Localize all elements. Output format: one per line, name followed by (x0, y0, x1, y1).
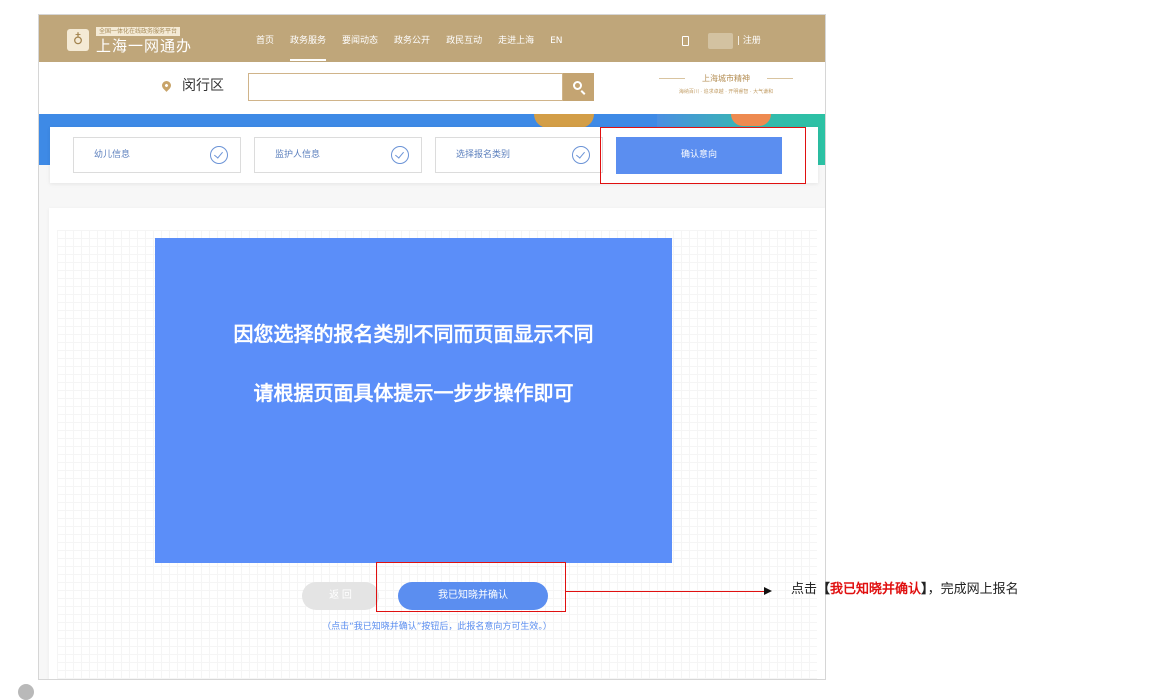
notice-panel: 因您选择的报名类别不同而页面显示不同 请根据页面具体提示一步步操作即可 (155, 238, 672, 563)
divider (767, 78, 793, 79)
annotation-text: 点击【我已知晓并确认】，完成网上报名 (791, 581, 1019, 599)
back-button[interactable]: 返 回 (302, 582, 379, 610)
step-select-category[interactable]: 选择报名类别 (435, 137, 603, 173)
banner-decoration (534, 114, 594, 128)
step-label: 监护人信息 (275, 150, 321, 160)
check-circle-icon (572, 146, 590, 164)
annotation-bracket: 【 (817, 582, 831, 597)
search-input[interactable] (248, 73, 563, 101)
logo-title[interactable]: 上海一网通办 (96, 37, 192, 55)
annotation-prefix: 点击 (791, 582, 818, 597)
search-button[interactable] (563, 73, 594, 101)
check-circle-icon (210, 146, 228, 164)
scroll-indicator (18, 684, 34, 700)
search-row: 闵行区 上海城市精神 海纳百川 · 追求卓越 · 开明睿智 · 大气谦和 (39, 62, 825, 114)
highlight-box-step (600, 127, 806, 184)
step-label: 选择报名类别 (456, 150, 511, 160)
confirm-hint: （点击“我已知晓并确认”按钮后，此报名意向方可生效。） (322, 622, 552, 632)
step-label: 幼儿信息 (94, 150, 131, 160)
logo-subtitle: 全国一体化在线政务服务平台 (96, 27, 181, 36)
notice-line-1: 因您选择的报名类别不同而页面显示不同 (233, 322, 594, 346)
annotation-suffix: ，完成网上报名 (927, 582, 1019, 597)
main-nav: 首页 政务服务 要闻动态 政务公开 政民互动 走进上海 EN (256, 35, 579, 61)
step-child-info[interactable]: 幼儿信息 (73, 137, 241, 173)
district-selector[interactable]: 闵行区 (182, 77, 224, 95)
mobile-icon[interactable] (682, 36, 689, 46)
logo-icon[interactable]: ♁ (67, 29, 89, 51)
search-icon (573, 81, 582, 90)
nav-item-public[interactable]: 政务公开 (394, 35, 430, 47)
notice-line-2: 请根据页面具体提示一步步操作即可 (253, 381, 574, 405)
banner-decoration (731, 114, 771, 126)
register-link[interactable]: | 注册 (737, 35, 761, 47)
step-guardian-info[interactable]: 监护人信息 (254, 137, 422, 173)
city-spirit-subtitle: 海纳百川 · 追求卓越 · 开明睿智 · 大气谦和 (678, 89, 774, 95)
nav-item-home[interactable]: 首页 (256, 35, 274, 47)
avatar[interactable] (708, 33, 733, 49)
nav-item-news[interactable]: 要闻动态 (342, 35, 378, 47)
nav-item-about[interactable]: 走进上海 (498, 35, 534, 47)
annotation-emphasis: 我已知晓并确认 (830, 582, 922, 597)
nav-item-interaction[interactable]: 政民互动 (446, 35, 482, 47)
arrow-right-icon (764, 587, 772, 595)
highlight-box-confirm (376, 562, 566, 612)
location-pin-icon (160, 79, 173, 92)
top-header: ♁ 全国一体化在线政务服务平台 上海一网通办 首页 政务服务 要闻动态 政务公开… (39, 15, 825, 62)
check-circle-icon (391, 146, 409, 164)
nav-item-english[interactable]: EN (550, 35, 562, 47)
annotation-arrow-line (566, 591, 766, 592)
nav-item-services[interactable]: 政务服务 (290, 35, 327, 61)
